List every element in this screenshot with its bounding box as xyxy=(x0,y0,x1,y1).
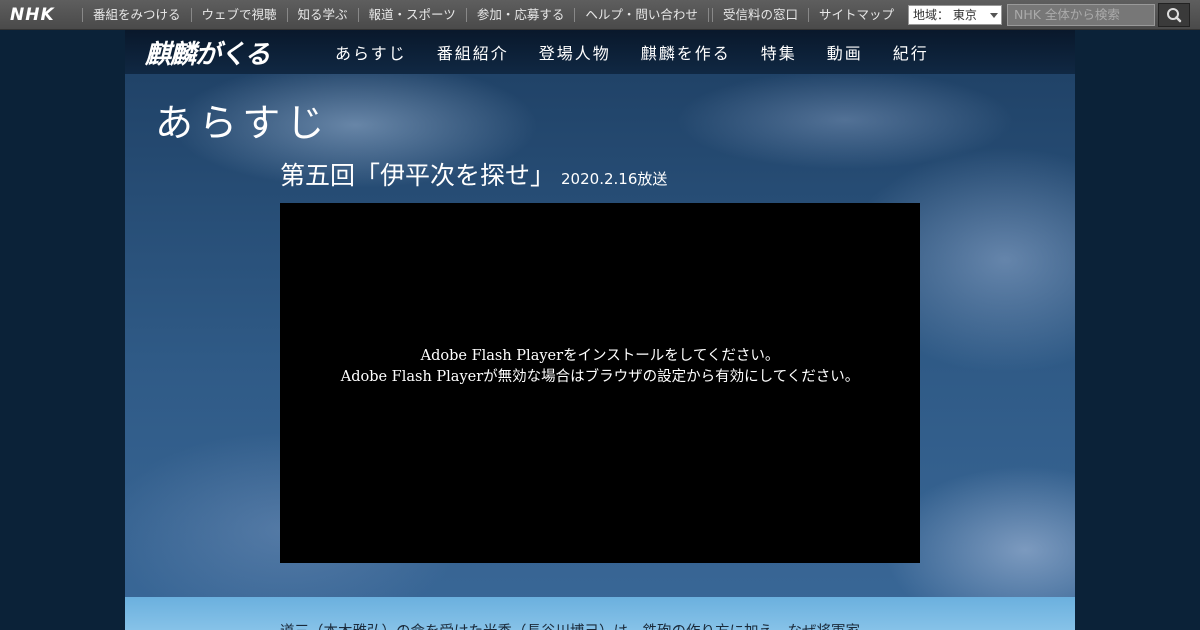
program-logo[interactable]: 麒麟がくる xyxy=(145,34,270,71)
site-nav-synopsis[interactable]: あらすじ xyxy=(335,40,407,64)
nhk-nav-find-programs[interactable]: 番組をみつける xyxy=(82,8,191,22)
nhk-global-bar: NHK 番組をみつける ウェブで視聴 知る学ぶ 報道・スポーツ 参加・応募する … xyxy=(0,0,1200,30)
site-nav-program-intro[interactable]: 番組紹介 xyxy=(437,40,509,64)
flash-enable-message: Adobe Flash Playerが無効な場合はブラウザの設定から有効にしてく… xyxy=(340,369,860,385)
site-header: 麒麟がくる あらすじ 番組紹介 登場人物 麒麟を作る 特集 動画 紀行 xyxy=(125,30,1075,74)
episode-air-date: 2020.2.16放送 xyxy=(561,170,668,188)
site-nav-characters[interactable]: 登場人物 xyxy=(539,40,611,64)
site-nav-making[interactable]: 麒麟を作る xyxy=(641,40,731,64)
flash-install-message: Adobe Flash Playerをインストールをしてください。 xyxy=(420,348,780,364)
search-button[interactable] xyxy=(1158,3,1190,27)
episode-title: 第五回「伊平次を探せ」 xyxy=(280,161,556,190)
site-nav-travelogue[interactable]: 紀行 xyxy=(893,40,929,64)
region-select-label: 地域： 東京 xyxy=(913,8,977,22)
nhk-nav-sitemap[interactable]: サイトマップ xyxy=(808,8,904,22)
nhk-nav-participate[interactable]: 参加・応募する xyxy=(465,8,575,22)
synopsis-text: 道三（本木雅弘）の命を受けた光秀（長谷川博己）は、鉄砲の作り方に加え、なぜ将軍家 xyxy=(280,621,930,630)
nhk-logo[interactable]: NHK xyxy=(10,5,55,25)
nhk-nav-fee-window[interactable]: 受信料の窓口 xyxy=(712,8,808,22)
site-nav: あらすじ 番組紹介 登場人物 麒麟を作る 特集 動画 紀行 xyxy=(335,30,959,74)
program-site: 麒麟がくる あらすじ 番組紹介 登場人物 麒麟を作る 特集 動画 紀行 あらすじ… xyxy=(125,30,1075,630)
episode-heading: 第五回「伊平次を探せ」 2020.2.16放送 xyxy=(280,156,667,192)
nhk-nav-help[interactable]: ヘルプ・問い合わせ xyxy=(574,8,708,22)
search-icon xyxy=(1167,8,1182,23)
search-input[interactable]: NHK 全体から検索 xyxy=(1007,4,1155,26)
nhk-nav-learn[interactable]: 知る学ぶ xyxy=(286,8,358,22)
nhk-global-nav-right: 受信料の窓口 サイトマップ xyxy=(712,0,904,30)
chevron-down-icon xyxy=(990,13,998,18)
page-title: あらすじ xyxy=(155,101,331,145)
site-nav-features[interactable]: 特集 xyxy=(761,40,797,64)
nhk-nav-news-sports[interactable]: 報道・スポーツ xyxy=(357,8,466,22)
site-nav-videos[interactable]: 動画 xyxy=(827,40,863,64)
video-player[interactable]: Adobe Flash Playerをインストールをしてください。 Adobe … xyxy=(280,203,920,563)
flash-required-message: Adobe Flash Playerをインストールをしてください。 Adobe … xyxy=(280,346,920,388)
region-select[interactable]: 地域： 東京 xyxy=(908,5,1002,25)
nhk-nav-divider xyxy=(707,8,709,22)
nhk-global-nav: 番組をみつける ウェブで視聴 知る学ぶ 報道・スポーツ 参加・応募する ヘルプ・… xyxy=(82,0,709,30)
synopsis-section: 道三（本木雅弘）の命を受けた光秀（長谷川博己）は、鉄砲の作り方に加え、なぜ将軍家 xyxy=(125,597,1075,630)
nhk-nav-watch-web[interactable]: ウェブで視聴 xyxy=(190,8,287,22)
